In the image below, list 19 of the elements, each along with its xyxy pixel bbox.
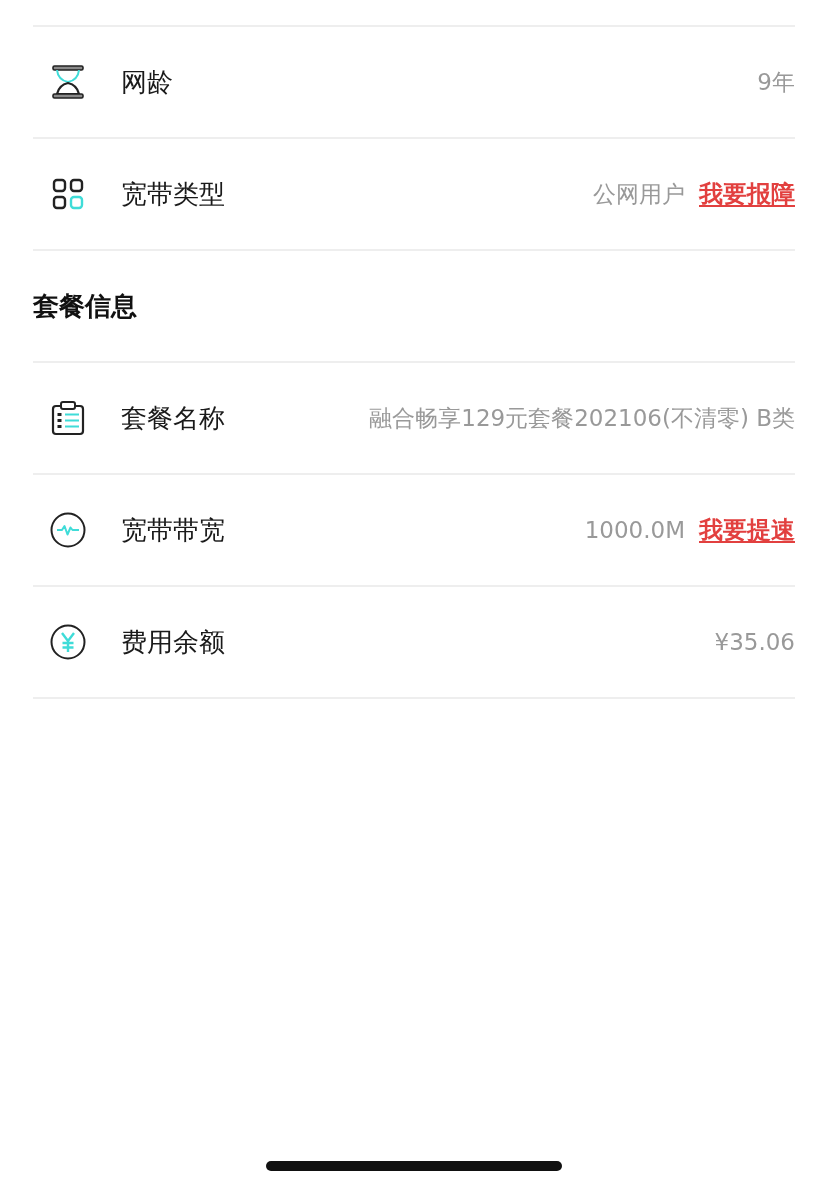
row-value: 公网用户 <box>593 179 685 209</box>
row-value: 9年 <box>757 67 795 97</box>
yen-icon <box>50 624 86 660</box>
row-label: 宽带带宽 <box>121 513 225 547</box>
row-label: 费用余额 <box>121 625 225 659</box>
home-indicator[interactable] <box>266 1161 562 1171</box>
row-label: 宽带类型 <box>121 177 225 211</box>
row-label: 套餐名称 <box>121 401 225 435</box>
hourglass-icon <box>50 64 86 100</box>
row-value: 1000.0M <box>584 517 685 543</box>
pulse-icon <box>50 512 86 548</box>
section-title: 套餐信息 <box>33 289 137 323</box>
clipboard-icon <box>50 400 86 436</box>
action-link[interactable]: 我要报障 <box>699 178 795 210</box>
row-value: 融合畅享129元套餐202106(不清零) B类 <box>369 403 795 433</box>
row-value: ¥35.06 <box>714 629 795 655</box>
row-label: 网龄 <box>121 65 173 99</box>
action-link[interactable]: 我要提速 <box>699 514 795 546</box>
grid-icon <box>50 176 86 212</box>
